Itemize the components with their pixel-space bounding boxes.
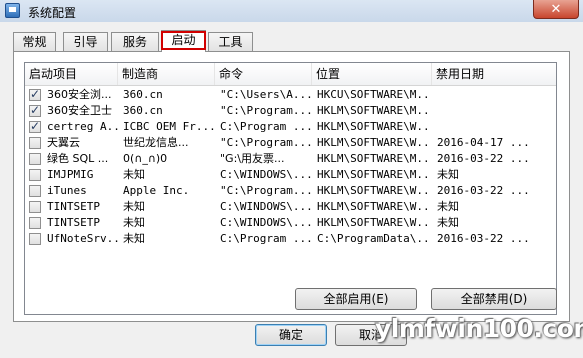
cell-maker: ICBC OEM Fr...	[123, 120, 215, 133]
table-row[interactable]: 天翼云 世纪龙信息... "C:\Program... HKLM\SOFTWARE\W…	[25, 135, 556, 151]
cell-maker: 未知	[123, 168, 145, 181]
cell-item: UfNoteSrv...	[47, 232, 119, 245]
cell-location: HKLM\SOFTWARE\M...	[317, 152, 432, 165]
cell-maker: 未知	[123, 216, 145, 229]
cell-date	[435, 87, 556, 103]
cell-command: C:\WINDOWS\...	[220, 168, 312, 181]
cell-date: 未知	[437, 168, 459, 181]
title-bar[interactable]: 系统配置 ✕	[0, 0, 583, 22]
table-row[interactable]: IMJPMIG 未知 C:\WINDOWS\... HKLM\SOFTWARE\M..…	[25, 167, 556, 183]
cell-command: "C:\Program...	[220, 184, 312, 197]
list-header: 启动项目 制造商 命令 位置 禁用日期	[25, 63, 556, 86]
cell-location: HKLM\SOFTWARE\W...	[317, 120, 432, 133]
window-title: 系统配置	[28, 6, 77, 20]
startup-item-checkbox[interactable]	[29, 119, 41, 133]
startup-item-checkbox[interactable]	[29, 233, 41, 245]
startup-item-checkbox[interactable]	[29, 103, 41, 117]
cell-item: 绿色 SQL ...	[47, 152, 109, 165]
table-row[interactable]: TINTSETP 未知 C:\WINDOWS\... HKLM\SOFTWARE\W.…	[25, 199, 556, 215]
disable-all-button[interactable]: 全部禁用(D)	[431, 288, 557, 310]
cell-item: certreg A...	[47, 120, 119, 133]
cell-date: 2016-03-22 ...	[437, 152, 530, 165]
table-row[interactable]: UfNoteSrv... 未知 C:\Program ... C:\ProgramDa…	[25, 231, 556, 247]
enable-all-button[interactable]: 全部启用(E)	[295, 288, 417, 310]
cell-command: "C:\Users\A...	[220, 88, 312, 101]
startup-item-checkbox[interactable]	[29, 87, 41, 101]
active-tab-red-highlight	[161, 31, 206, 50]
cell-location: HKLM\SOFTWARE\M...	[317, 168, 432, 181]
column-header-maker[interactable]: 制造商	[118, 63, 215, 85]
cell-maker: 360.cn	[123, 88, 163, 101]
startup-item-checkbox[interactable]	[29, 169, 41, 181]
cell-maker: 360.cn	[123, 104, 163, 117]
cell-date: 2016-03-22 ...	[437, 232, 530, 245]
startup-list[interactable]: 启动项目 制造商 命令 位置 禁用日期 360安全浏... 360.cn "C:\U…	[24, 62, 557, 315]
tab-tools[interactable]: 工具	[208, 32, 253, 51]
cell-item: 360安全浏...	[47, 88, 112, 101]
table-row[interactable]: 360安全浏... 360.cn "C:\Users\A... HKCU\SOFTWA…	[25, 87, 556, 103]
startup-item-checkbox[interactable]	[29, 137, 41, 149]
cell-location: C:\ProgramData\...	[317, 232, 432, 245]
cell-maker: 未知	[123, 200, 145, 213]
msconfig-app-icon	[5, 3, 20, 18]
cell-item: IMJPMIG	[47, 168, 94, 181]
cell-item: 360安全卫士	[47, 104, 112, 117]
startup-item-checkbox[interactable]	[29, 185, 41, 197]
cell-date: 2016-03-22 ...	[437, 184, 530, 197]
cell-maker: Apple Inc.	[123, 184, 190, 197]
cell-location: HKLM\SOFTWARE\W...	[317, 184, 432, 197]
tab-services[interactable]: 服务	[111, 32, 159, 51]
cell-location: HKLM\SOFTWARE\W...	[317, 200, 432, 213]
table-row[interactable]: TINTSETP 未知 C:\WINDOWS\... HKLM\SOFTWARE\W.…	[25, 215, 556, 231]
cell-maker: 未知	[123, 232, 145, 245]
cell-date	[435, 103, 556, 119]
table-row[interactable]: iTunes Apple Inc. "C:\Program... HKLM\SOFTW…	[25, 183, 556, 199]
cell-date: 未知	[437, 200, 459, 213]
column-header-location[interactable]: 位置	[312, 63, 432, 85]
ok-button[interactable]: 确定	[255, 324, 327, 346]
cell-maker: 世纪龙信息...	[123, 136, 189, 149]
site-watermark: ylmfwin100.com	[375, 314, 583, 343]
cell-item: 天翼云	[47, 136, 80, 149]
cell-location: HKLM\SOFTWARE\M...	[317, 104, 432, 117]
cell-location: HKCU\SOFTWARE\M...	[317, 88, 432, 101]
startup-panel: 启动项目 制造商 命令 位置 禁用日期 360安全浏... 360.cn "C:\U…	[13, 51, 570, 322]
dialog-client-area: 常规 引导 服务 启动 工具 启动项目 制造商 命令 位置 禁用日期 360安全…	[0, 22, 583, 358]
cell-date	[435, 119, 556, 135]
cell-command: C:\Program ...	[220, 120, 312, 133]
close-button[interactable]: ✕	[533, 0, 579, 19]
cell-date: 2016-04-17 ...	[437, 136, 530, 149]
cell-item: TINTSETP	[47, 216, 100, 229]
cell-command: "G:\用友票...	[220, 152, 285, 165]
table-row[interactable]: 360安全卫士 360.cn "C:\Program... HKLM\SOFTWARE…	[25, 103, 556, 119]
startup-item-checkbox[interactable]	[29, 217, 41, 229]
cell-command: "C:\Program...	[220, 136, 312, 149]
startup-item-checkbox[interactable]	[29, 201, 41, 213]
column-header-item[interactable]: 启动项目	[25, 63, 118, 85]
table-row[interactable]: certreg A... ICBC OEM Fr... C:\Program ...…	[25, 119, 556, 135]
cell-item: TINTSETP	[47, 200, 100, 213]
column-header-disabled-date[interactable]: 禁用日期	[432, 63, 556, 85]
table-row[interactable]: 绿色 SQL ... 0(∩_∩)0 "G:\用友票... HKLM\SOFTWARE…	[25, 151, 556, 167]
cell-location: HKLM\SOFTWARE\W...	[317, 136, 432, 149]
startup-item-checkbox[interactable]	[29, 153, 41, 165]
cell-command: C:\Program ...	[220, 232, 312, 245]
cell-maker: 0(∩_∩)0	[123, 152, 168, 165]
tab-general[interactable]: 常规	[13, 32, 56, 51]
cell-command: "C:\Program...	[220, 104, 312, 117]
cell-item: iTunes	[47, 184, 87, 197]
column-header-command[interactable]: 命令	[215, 63, 312, 85]
tab-boot[interactable]: 引导	[63, 32, 108, 51]
cell-command: C:\WINDOWS\...	[220, 216, 312, 229]
cell-date: 未知	[437, 216, 459, 229]
cell-location: HKLM\SOFTWARE\W...	[317, 216, 432, 229]
cell-command: C:\WINDOWS\...	[220, 200, 312, 213]
